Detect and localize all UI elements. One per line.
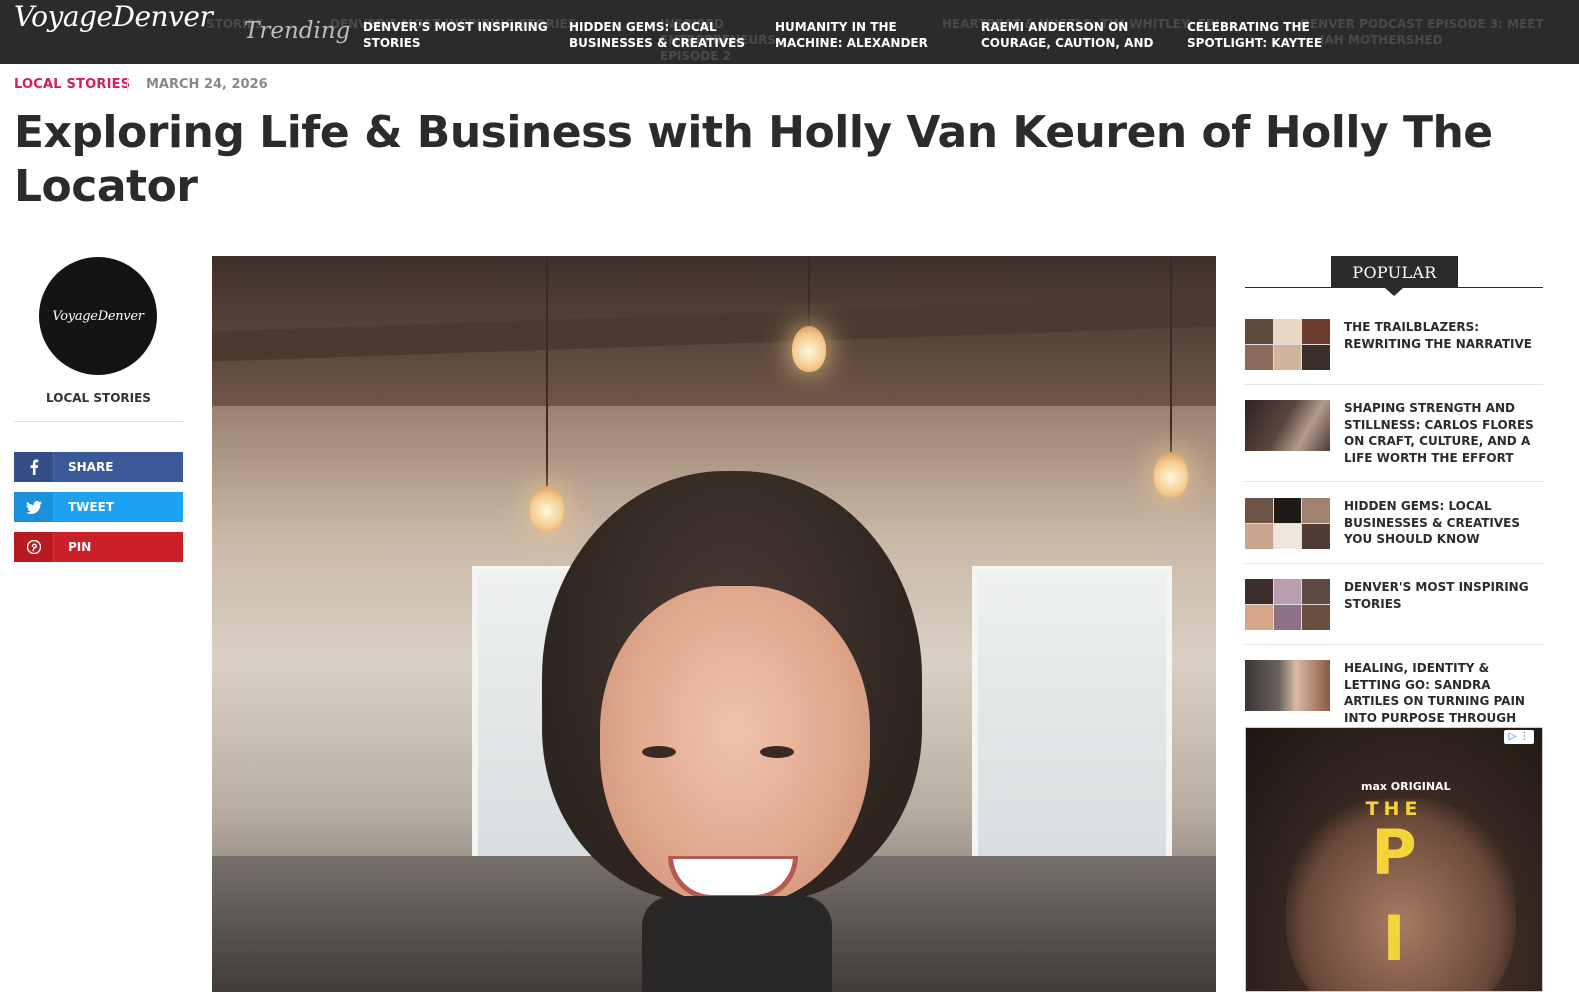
divider [1245,563,1543,564]
pinterest-share-button[interactable]: PIN [14,532,183,562]
advertisement[interactable]: ▷ ⋮ max ORIGINAL THE P I [1245,727,1543,992]
share-button-label: PIN [68,540,92,554]
twitter-icon [14,492,54,522]
ad-title-letter: I [1382,902,1406,975]
divider [14,421,183,422]
popular-rule [1245,287,1543,288]
popular-heading: POPULAR [1331,256,1458,296]
share-button-label: TWEET [68,500,115,514]
popular-item-thumbnail[interactable] [1245,400,1330,451]
popular-item-thumbnail[interactable] [1245,498,1330,549]
article-date: MARCH 24, 2026 [146,77,268,92]
popular-item-thumbnail[interactable] [1245,319,1330,370]
trending-item[interactable]: HIDDEN GEMS: LOCAL BUSINESSES & CREATIVE… [569,19,759,53]
share-button-label: SHARE [68,460,114,474]
popular-item-title[interactable]: THE TRAILBLAZERS: REWRITING THE NARRATIV… [1344,319,1543,352]
adchoices-icon[interactable]: ▷ ⋮ [1504,730,1534,744]
popular-item-title[interactable]: HIDDEN GEMS: LOCAL BUSINESSES & CREATIVE… [1344,498,1543,548]
popular-item-title[interactable]: SHAPING STRENGTH AND STILLNESS: CARLOS F… [1344,400,1543,466]
meta-divider [127,78,128,92]
trending-item[interactable]: CELEBRATING THE SPOTLIGHT: KAYTEE [1187,19,1377,53]
author-name-link[interactable]: LOCAL STORIES [14,391,183,405]
author-avatar[interactable]: VoyageDenver [39,257,157,375]
facebook-icon [14,452,54,482]
trending-item[interactable]: DENVER'S MOST INSPIRING STORIES [363,19,553,53]
article-title: Exploring Life & Business with Holly Van… [14,107,1493,212]
facebook-share-button[interactable]: SHARE [14,452,183,482]
divider [1245,644,1543,645]
trending-item[interactable]: RAEMI ANDERSON ON COURAGE, CAUTION, AND [981,19,1171,53]
popular-item-thumbnail[interactable] [1245,579,1330,630]
popular-item-thumbnail[interactable] [1245,660,1330,711]
ad-title-letter: P [1371,816,1417,889]
divider [1245,384,1543,385]
popular-item-title[interactable]: DENVER'S MOST INSPIRING STORIES [1344,579,1543,612]
site-logo[interactable]: VoyageDenver [14,0,213,33]
top-navigation-bar: VoyageDenver STORIES DENVER'S MOST INSPI… [0,0,1579,64]
trending-label: Trending [244,18,351,44]
twitter-share-button[interactable]: TWEET [14,492,183,522]
pinterest-icon [14,532,54,562]
avatar-logo-text: VoyageDenver [52,308,144,324]
ad-brand: max ORIGINAL [1361,780,1451,793]
trending-item[interactable]: HUMANITY IN THE MACHINE: ALEXANDER [775,19,965,53]
article-hero-image [212,256,1216,992]
article-category-link[interactable]: LOCAL STORIES [14,77,130,92]
divider [1245,481,1543,482]
